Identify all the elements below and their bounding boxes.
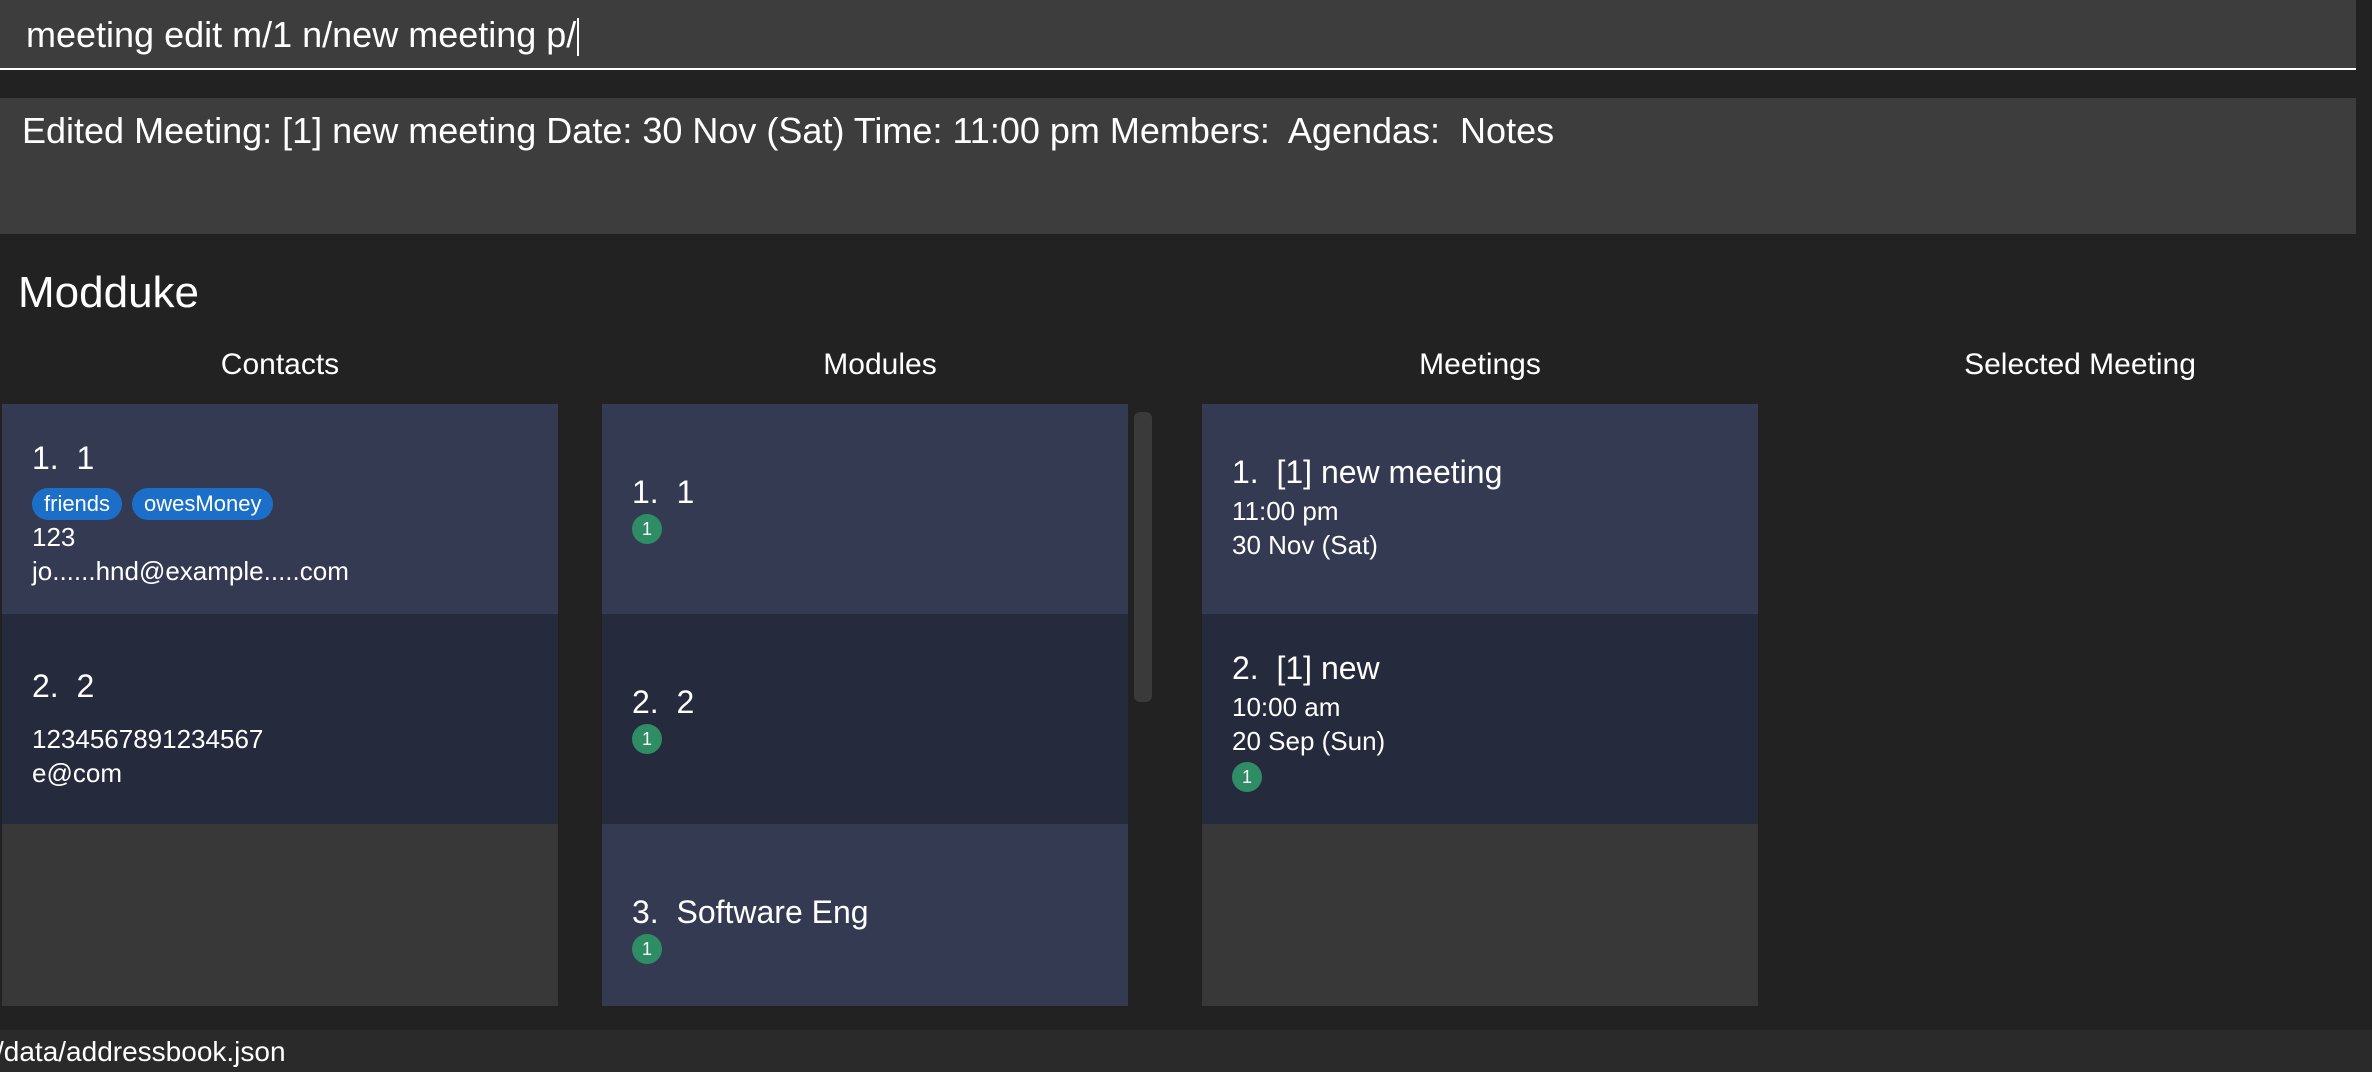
meeting-card[interactable]: 2. [1] new 10:00 am 20 Sep (Sun) 1 bbox=[1202, 614, 1758, 824]
module-name: 3. Software Eng bbox=[632, 894, 869, 930]
meetings-list[interactable]: 1. [1] new meeting 11:00 pm 30 Nov (Sat)… bbox=[1202, 404, 1758, 1006]
text-caret bbox=[577, 18, 580, 57]
meeting-name: 1. [1] new meeting bbox=[1232, 454, 1503, 490]
member-count-badge: 1 bbox=[632, 724, 662, 754]
contact-phone: 123 bbox=[32, 522, 76, 552]
member-count-badge: 1 bbox=[632, 514, 662, 544]
module-name: 2. 2 bbox=[632, 684, 695, 720]
contact-name: 1. 1 bbox=[32, 440, 95, 476]
result-display: Edited Meeting: [1] new meeting Date: 30… bbox=[0, 98, 2356, 234]
module-card[interactable]: 2. 2 1 bbox=[602, 614, 1128, 824]
tag-badge: friends bbox=[32, 488, 123, 520]
module-card[interactable]: 1. 1 1 bbox=[602, 404, 1128, 614]
contact-card[interactable]: 2. 2 1234567891234567 e@com bbox=[2, 614, 558, 824]
module-card[interactable]: 3. Software Eng 1 bbox=[602, 824, 1128, 1006]
selected-meeting-panel bbox=[1800, 404, 2356, 1006]
command-box[interactable]: meeting edit m/1 n/new meeting p/ bbox=[0, 0, 2356, 70]
meeting-card[interactable]: 1. [1] new meeting 11:00 pm 30 Nov (Sat) bbox=[1202, 404, 1758, 614]
status-bar: /data/addressbook.json bbox=[0, 1030, 2372, 1072]
app-title: Modduke bbox=[18, 268, 200, 317]
contact-email: e@com bbox=[32, 758, 122, 788]
tag-badge: owesMoney bbox=[132, 488, 274, 520]
modules-scrollbar[interactable] bbox=[1134, 412, 1152, 702]
contact-tags: friends owesMoney bbox=[32, 488, 283, 520]
contact-card[interactable]: 1. 1 friends owesMoney 123 jo......hnd@ex… bbox=[2, 404, 558, 614]
meeting-date: 20 Sep (Sun) bbox=[1232, 726, 1386, 756]
member-count-badge: 1 bbox=[632, 934, 662, 964]
save-location: /data/addressbook.json bbox=[0, 1036, 286, 1067]
contacts-list[interactable]: 1. 1 friends owesMoney 123 jo......hnd@ex… bbox=[2, 404, 558, 1006]
module-name: 1. 1 bbox=[632, 474, 695, 510]
meeting-name: 2. [1] new bbox=[1232, 650, 1380, 686]
selected-meeting-heading: Selected Meeting bbox=[1964, 348, 2196, 381]
meeting-date: 30 Nov (Sat) bbox=[1232, 530, 1378, 560]
member-count-badge: 1 bbox=[1232, 762, 1262, 792]
modules-heading: Modules bbox=[823, 348, 937, 381]
contacts-heading: Contacts bbox=[220, 348, 340, 381]
contact-phone: 1234567891234567 bbox=[32, 724, 264, 754]
modules-list[interactable]: 1. 1 1 2. 2 1 3. Software Eng 1 bbox=[602, 404, 1128, 1006]
result-text: Edited Meeting: [1] new meeting Date: 30… bbox=[22, 110, 1555, 151]
command-input[interactable]: meeting edit m/1 n/new meeting p/ bbox=[26, 14, 580, 57]
contact-name: 2. 2 bbox=[32, 668, 95, 704]
meeting-time: 11:00 pm bbox=[1232, 496, 1339, 526]
contact-email: jo......hnd@example.....com bbox=[32, 556, 349, 586]
meetings-heading: Meetings bbox=[1419, 348, 1541, 381]
meeting-time: 10:00 am bbox=[1232, 692, 1341, 722]
